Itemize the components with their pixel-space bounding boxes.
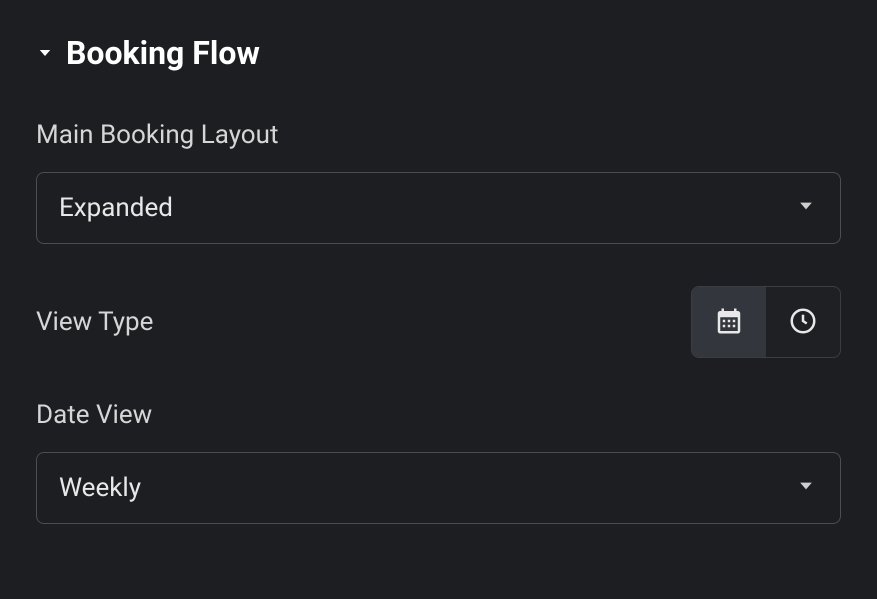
- date-view-value: Weekly: [59, 473, 141, 503]
- section-header-booking-flow[interactable]: Booking Flow: [36, 34, 841, 72]
- section-title: Booking Flow: [66, 34, 260, 72]
- calendar-icon: [714, 306, 744, 339]
- caret-down-icon: [796, 196, 816, 220]
- view-type-calendar-button[interactable]: [692, 287, 766, 357]
- chevron-down-icon: [36, 44, 54, 62]
- field-date-view: Date View Weekly: [36, 400, 841, 524]
- date-view-label: Date View: [36, 400, 841, 430]
- clock-icon: [788, 306, 818, 339]
- main-booking-layout-value: Expanded: [59, 193, 173, 223]
- field-view-type: View Type: [36, 286, 841, 358]
- main-booking-layout-label: Main Booking Layout: [36, 120, 841, 150]
- caret-down-icon: [796, 476, 816, 500]
- view-type-clock-button[interactable]: [766, 287, 840, 357]
- field-main-booking-layout: Main Booking Layout Expanded: [36, 120, 841, 244]
- view-type-toggle-group: [691, 286, 841, 358]
- main-booking-layout-select[interactable]: Expanded: [36, 172, 841, 244]
- view-type-label: View Type: [36, 307, 153, 337]
- date-view-select[interactable]: Weekly: [36, 452, 841, 524]
